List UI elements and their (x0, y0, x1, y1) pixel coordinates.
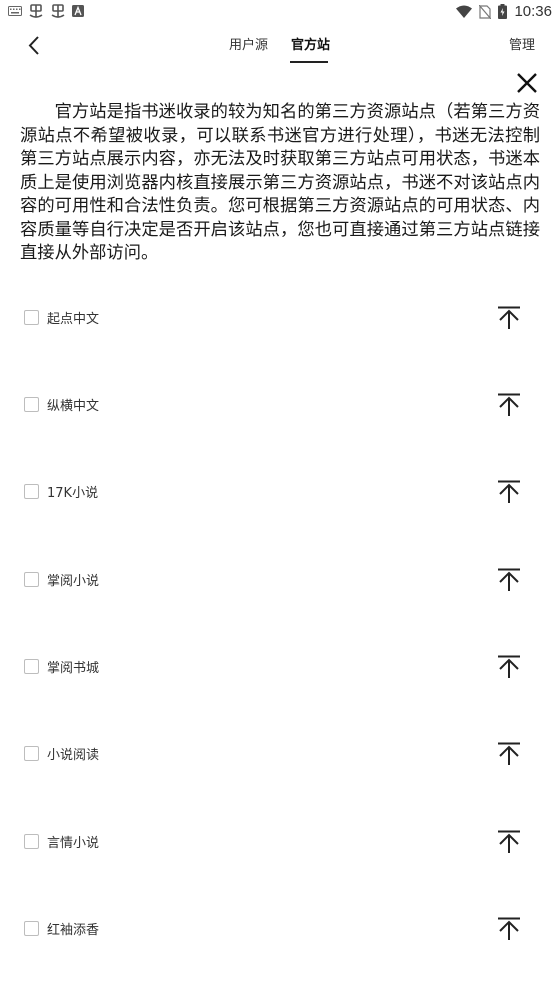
a-icon (72, 5, 84, 17)
pin-top-icon (498, 655, 520, 678)
site-checkbox[interactable] (24, 834, 39, 849)
site-checkbox[interactable] (24, 310, 39, 325)
pin-to-top-button[interactable] (496, 392, 522, 418)
site-checkbox[interactable] (24, 921, 39, 936)
battery-icon (498, 4, 508, 19)
pin-to-top-button[interactable] (496, 741, 522, 767)
site-name: 纵横中文 (47, 399, 100, 414)
site-checkbox[interactable] (24, 746, 39, 761)
pin-to-top-button[interactable] (496, 479, 522, 505)
site-name: 言情小说 (47, 836, 100, 851)
pin-top-icon (498, 393, 520, 416)
bug-icon (51, 4, 65, 18)
bug-icon (29, 4, 43, 18)
pin-top-icon (498, 480, 520, 503)
list-item: 红袖添香 (0, 910, 558, 950)
pin-top-icon (498, 917, 520, 940)
back-button[interactable] (20, 30, 50, 60)
status-bar-left (8, 3, 84, 19)
status-time: 10:36 (514, 3, 552, 20)
pin-to-top-button[interactable] (496, 654, 522, 680)
site-name: 掌阅小说 (47, 574, 100, 589)
wifi-icon (456, 5, 473, 18)
close-notice-button[interactable] (514, 70, 540, 96)
pin-to-top-button[interactable] (496, 305, 522, 331)
disclaimer-notice: 官方站是指书迷收录的较为知名的第三方资源站点（若第三方资源站点不希望被收录，可以… (20, 102, 540, 263)
pin-to-top-button[interactable] (496, 916, 522, 942)
no-sim-icon (479, 4, 492, 19)
list-item: 掌阅小说 (0, 561, 558, 601)
pin-top-icon (498, 306, 520, 329)
site-checkbox[interactable] (24, 572, 39, 587)
top-bar: 用户源 官方站 管理 (0, 26, 558, 66)
status-bar-right: 10:36 (456, 3, 552, 20)
tab-official-sites[interactable]: 官方站 (291, 34, 330, 53)
pin-to-top-button[interactable] (496, 829, 522, 855)
active-tab-indicator (290, 61, 328, 63)
list-item: 17K小说 (0, 473, 558, 513)
list-item: 纵横中文 (0, 386, 558, 426)
chevron-left-icon (28, 36, 39, 55)
close-icon (517, 73, 537, 93)
manage-button[interactable]: 管理 (509, 34, 535, 53)
status-bar: 10:36 (0, 0, 558, 26)
site-checkbox[interactable] (24, 659, 39, 674)
site-name: 红袖添香 (47, 923, 100, 938)
site-name: 起点中文 (47, 312, 100, 327)
tab-user-sources[interactable]: 用户源 (229, 34, 268, 53)
list-item: 起点中文 (0, 299, 558, 339)
pin-to-top-button[interactable] (496, 567, 522, 593)
site-name: 掌阅书城 (47, 661, 100, 676)
keyboard-icon (8, 6, 22, 16)
pin-top-icon (498, 742, 520, 765)
list-item: 小说阅读 (0, 735, 558, 775)
site-checkbox[interactable] (24, 484, 39, 499)
site-checkbox[interactable] (24, 397, 39, 412)
pin-top-icon (498, 830, 520, 853)
list-item: 言情小说 (0, 823, 558, 863)
site-name: 小说阅读 (47, 748, 100, 763)
list-item: 掌阅书城 (0, 648, 558, 688)
site-name: 17K小说 (47, 486, 99, 501)
pin-top-icon (498, 568, 520, 591)
